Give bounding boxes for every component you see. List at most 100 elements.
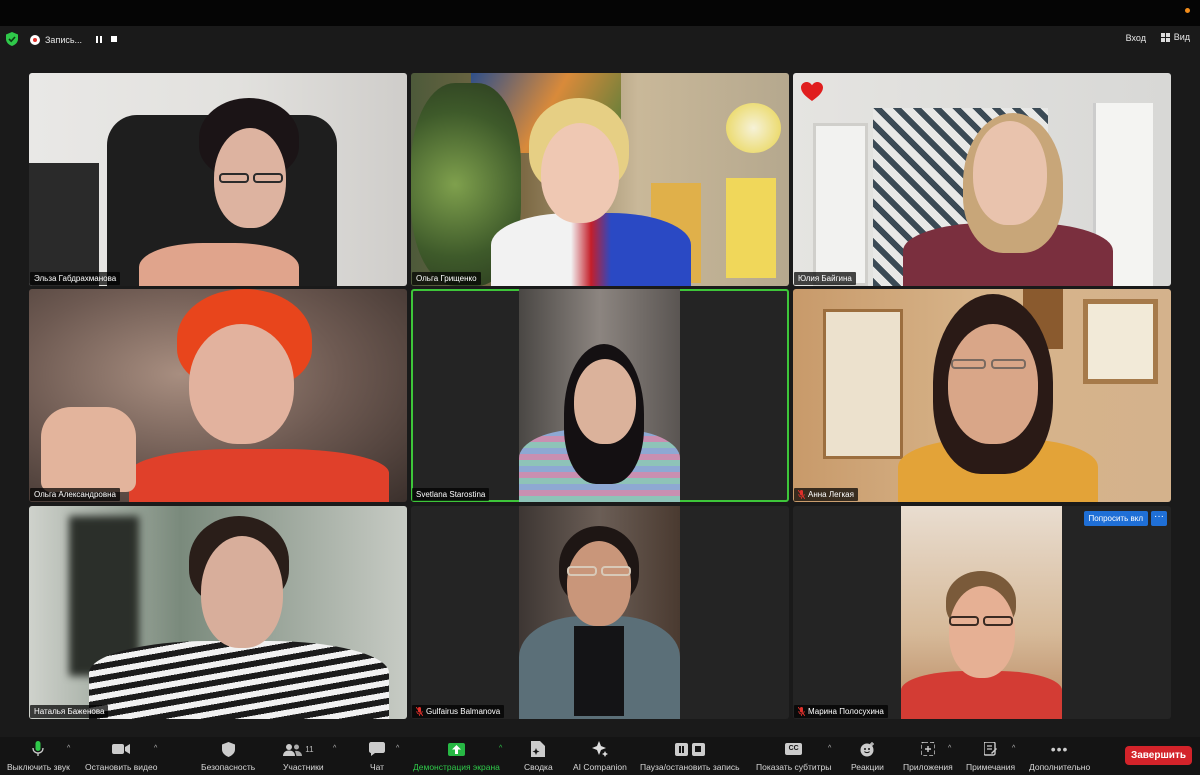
apps-icon	[920, 742, 935, 756]
participants-count: 11	[305, 744, 314, 754]
video-tile[interactable]: Юлия Байгина	[793, 73, 1171, 286]
apps-options-chevron-icon[interactable]: ^	[948, 745, 951, 752]
video-feed	[29, 289, 407, 502]
video-tile-active-speaker[interactable]: Svetlana Starostina	[411, 289, 789, 502]
microphone-icon	[32, 741, 45, 756]
mute-button[interactable]: Выключить звук	[7, 741, 70, 773]
grid-view-icon	[1160, 32, 1170, 42]
video-label: Остановить видео	[85, 762, 158, 772]
ai-companion-label: AI Companion	[573, 762, 627, 772]
participant-name: Ольга Грищенко	[416, 274, 477, 283]
stop-icon	[691, 742, 705, 756]
meeting-status-bar: Запись... Вход Вид	[0, 26, 1200, 52]
video-tile[interactable]: Gulfairus Balmanova	[411, 506, 789, 719]
video-feed	[411, 73, 789, 286]
captions-label: Показать субтитры	[756, 762, 832, 772]
recording-dot-icon	[30, 34, 40, 45]
video-feed	[793, 73, 1171, 286]
participant-name-chip: Наталья Баженова	[30, 705, 109, 718]
stop-recording-icon[interactable]	[107, 33, 120, 45]
enter-fullscreen-button[interactable]: Вход	[1126, 33, 1146, 43]
notes-options-chevron-icon[interactable]: ^	[1012, 745, 1015, 752]
participants-label: Участники	[283, 762, 324, 772]
ai-companion-button[interactable]: AI Companion	[573, 741, 627, 773]
participant-name: Gulfairus Balmanova	[426, 707, 501, 716]
apps-button[interactable]: Приложения	[903, 741, 953, 773]
participant-name: Наталья Баженова	[34, 707, 105, 716]
pause-stop-recording-button[interactable]: Пауза/остановить запись	[640, 741, 740, 773]
video-tile[interactable]: Ольга Грищенко	[411, 73, 789, 286]
participant-name-chip: Ольга Александровна	[30, 488, 120, 501]
audio-options-chevron-icon[interactable]: ^	[67, 745, 70, 752]
video-tile[interactable]: Анна Легкая	[793, 289, 1171, 502]
stop-video-button[interactable]: Остановить видео	[85, 741, 157, 773]
participant-name-chip: Марина Полосухина	[794, 705, 888, 718]
closed-captions-icon: CC	[785, 743, 803, 755]
video-tile[interactable]: Эльза Габдрахманова	[29, 73, 407, 286]
video-tile[interactable]: Ольга Александровна	[29, 289, 407, 502]
more-label: Дополнительно	[1029, 762, 1091, 772]
participant-name-chip: Svetlana Starostina	[412, 488, 490, 501]
notes-icon	[984, 741, 998, 756]
participant-name-chip: Gulfairus Balmanova	[412, 705, 505, 718]
tile-more-button[interactable]: ···	[1151, 511, 1167, 526]
participant-name: Марина Полосухина	[808, 707, 884, 716]
recording-indicator[interactable]: Запись...	[30, 32, 82, 47]
participant-name: Юлия Байгина	[798, 274, 852, 283]
security-button[interactable]: Безопасность	[201, 741, 255, 773]
share-screen-arrow-icon	[447, 742, 465, 756]
video-feed	[793, 289, 1171, 502]
ask-to-unmute-button[interactable]: Попросить вкл	[1083, 511, 1148, 526]
participant-name-chip: Юлия Байгина	[794, 272, 856, 285]
reactions-button[interactable]: Реакции	[851, 741, 884, 773]
notification-dot	[1185, 8, 1190, 13]
sparkle-icon	[591, 741, 608, 757]
captions-button[interactable]: CC Показать субтитры	[756, 741, 831, 773]
notes-button[interactable]: Примечания	[966, 741, 1015, 773]
chat-options-chevron-icon[interactable]: ^	[396, 745, 399, 752]
video-options-chevron-icon[interactable]: ^	[154, 745, 157, 752]
end-meeting-button[interactable]: Завершить	[1124, 746, 1192, 765]
pause-stop-recording-label: Пауза/остановить запись	[640, 762, 740, 772]
view-button[interactable]: Вид	[1160, 32, 1190, 42]
more-button[interactable]: ••• Дополнительно	[1029, 741, 1090, 773]
video-feed	[29, 506, 407, 719]
smiley-reaction-icon	[860, 741, 874, 756]
pause-recording-icon[interactable]	[92, 33, 105, 45]
video-feed	[901, 506, 1062, 719]
captions-options-chevron-icon[interactable]: ^	[828, 745, 831, 752]
chat-bubble-icon	[369, 742, 385, 756]
more-dots-icon: •••	[1050, 741, 1069, 757]
video-tile[interactable]: Попросить вкл ··· Марина Полосухина	[793, 506, 1171, 719]
participants-button[interactable]: 11 Участники	[283, 741, 324, 773]
video-feed	[519, 289, 680, 502]
mute-label: Выключить звук	[7, 762, 70, 772]
encryption-shield-icon[interactable]	[6, 32, 18, 46]
video-feed	[519, 506, 680, 719]
video-feed	[29, 73, 407, 286]
participant-name-chip: Ольга Грищенко	[412, 272, 481, 285]
share-label: Демонстрация экрана	[413, 762, 500, 772]
participant-name-chip: Эльза Габдрахманова	[30, 272, 121, 285]
participant-name: Ольга Александровна	[34, 490, 116, 499]
view-label: Вид	[1173, 32, 1190, 42]
security-shield-icon	[221, 741, 235, 757]
share-screen-button[interactable]: Демонстрация экрана	[413, 741, 500, 773]
mic-muted-icon	[798, 490, 805, 499]
window-titlebar	[0, 0, 1200, 26]
meeting-toolbar: Выключить звук ^ Остановить видео ^ Безо…	[0, 737, 1200, 775]
summary-button[interactable]: Сводка	[524, 741, 553, 773]
participant-name: Svetlana Starostina	[416, 490, 486, 499]
pause-icon	[674, 742, 688, 756]
heart-reaction-icon	[801, 82, 823, 101]
chat-button[interactable]: Чат	[368, 741, 386, 773]
video-gallery: Эльза Габдрахманова Ольга Грищенко Юлия …	[29, 73, 1171, 719]
participants-options-chevron-icon[interactable]: ^	[333, 745, 336, 752]
share-options-chevron-icon[interactable]: ^	[499, 745, 502, 752]
participant-name-chip: Анна Легкая	[794, 488, 858, 501]
apps-label: Приложения	[903, 762, 953, 772]
chat-label: Чат	[369, 762, 385, 772]
security-label: Безопасность	[201, 762, 256, 772]
video-tile[interactable]: Наталья Баженова	[29, 506, 407, 719]
video-camera-icon	[112, 744, 131, 754]
